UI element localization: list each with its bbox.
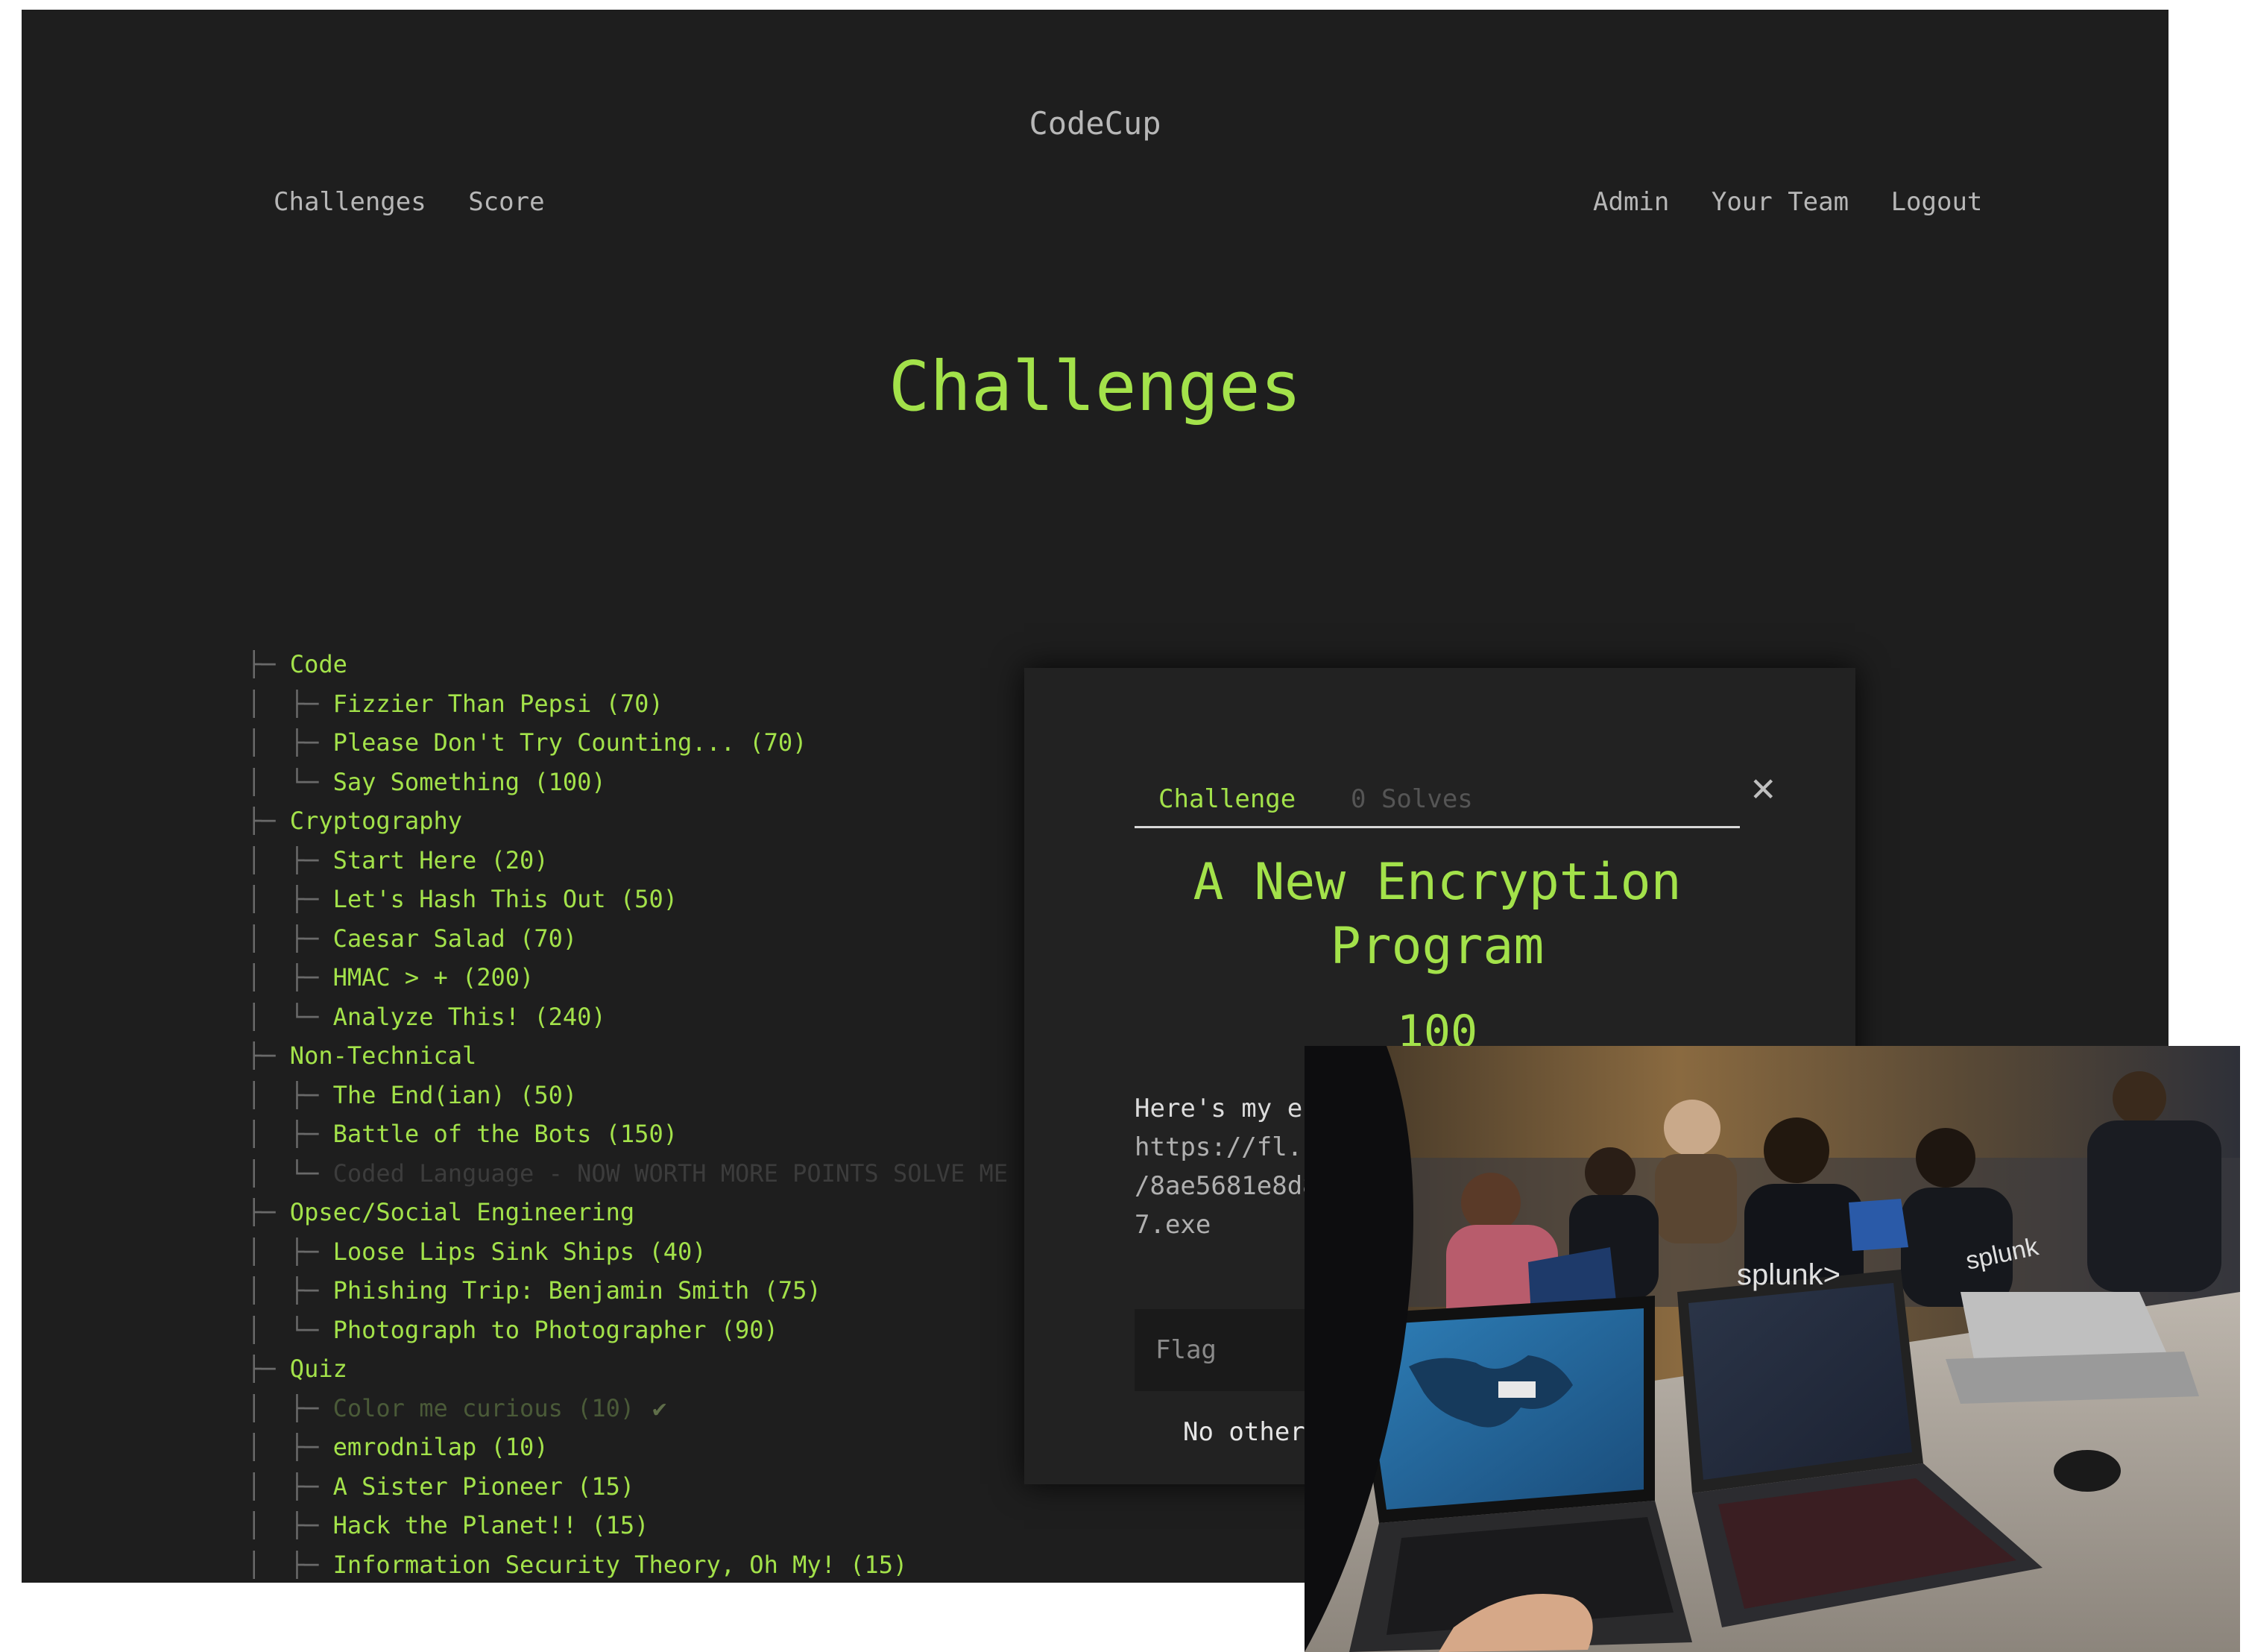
classroom-photo-image: splunk> splunk bbox=[1305, 1046, 2240, 1652]
challenge-row[interactable]: │ ├─ The End(ian) (50) bbox=[247, 1076, 577, 1115]
challenge-row[interactable]: │ ├─ Please Don't Try Counting... (70) bbox=[247, 723, 807, 762]
challenge-label: Battle of the Bots (150) bbox=[332, 1120, 678, 1148]
modal-tabs: Challenge 0 Solves bbox=[1135, 772, 1740, 828]
challenge-name-line2: Program bbox=[1330, 917, 1545, 976]
challenge-label: Please Don't Try Counting... (70) bbox=[332, 728, 807, 757]
challenge-row[interactable]: │ └─ Coded Language - NOW WORTH MORE POI… bbox=[247, 1154, 1008, 1193]
tree-guide: │ ├─ bbox=[247, 1080, 333, 1109]
category-label: Code bbox=[289, 650, 347, 678]
close-icon[interactable]: ✕ bbox=[1751, 763, 1776, 810]
no-other-text: No other bbox=[1183, 1417, 1305, 1447]
tree-guide: │ ├─ bbox=[247, 885, 333, 913]
page-title: Challenges bbox=[889, 347, 1302, 426]
challenge-label: The End(ian) (50) bbox=[332, 1080, 578, 1109]
challenge-row[interactable]: │ ├─ Let's Hash This Out (50) bbox=[247, 880, 678, 918]
nav-your-team-link[interactable]: Your Team bbox=[1712, 187, 1849, 217]
challenge-name: A New Encryption Program bbox=[1135, 851, 1740, 979]
challenge-label: Caesar Salad (70) bbox=[332, 924, 578, 953]
classroom-photo: splunk> splunk bbox=[1305, 1046, 2240, 1652]
challenge-row[interactable]: │ ├─ Color me curious (10) ✔ bbox=[247, 1389, 666, 1428]
nav-logout-link[interactable]: Logout bbox=[1891, 187, 1983, 217]
tab-challenge[interactable]: Challenge bbox=[1158, 772, 1296, 826]
challenge-row[interactable]: │ ├─ A Sister Pioneer (15) bbox=[247, 1467, 634, 1506]
tree-guide: │ └─ bbox=[247, 767, 333, 796]
tree-guide: │ ├─ bbox=[247, 924, 333, 953]
nav-right: Admin Your Team Logout bbox=[1593, 187, 2009, 217]
challenge-row[interactable]: │ └─ Analyze This! (240) bbox=[247, 997, 606, 1036]
tree-guide: │ ├─ bbox=[247, 1393, 333, 1422]
category-row[interactable]: ├─ Code bbox=[247, 645, 347, 684]
challenge-label: Let's Hash This Out (50) bbox=[332, 885, 678, 913]
challenge-label: Information Security Theory, Oh My! (15) bbox=[332, 1550, 908, 1579]
tree-guide: ├─ bbox=[247, 1355, 290, 1383]
tree-guide: │ └─ bbox=[247, 1002, 333, 1031]
challenge-label: Fizzier Than Pepsi (70) bbox=[332, 689, 663, 718]
tree-guide: │ ├─ bbox=[247, 963, 333, 991]
challenge-row[interactable]: │ ├─ Fizzier Than Pepsi (70) bbox=[247, 684, 663, 723]
challenge-row[interactable]: │ ├─ Hack the Planet!! (15) bbox=[247, 1506, 649, 1545]
challenge-label: Start Here (20) bbox=[332, 845, 549, 874]
tree-guide: │ ├─ bbox=[247, 1120, 333, 1148]
challenge-label: Phishing Trip: Benjamin Smith (75) bbox=[332, 1276, 821, 1305]
challenge-label: Say Something (100) bbox=[332, 767, 606, 796]
category-label: Quiz bbox=[289, 1355, 347, 1383]
tree-guide: ├─ bbox=[247, 1198, 290, 1226]
challenge-row[interactable]: │ ├─ HMAC > + (200) bbox=[247, 958, 534, 997]
challenge-label: A Sister Pioneer (15) bbox=[332, 1472, 635, 1501]
shirt-text-1: splunk> bbox=[1737, 1258, 1840, 1291]
nav-challenges-link[interactable]: Challenges bbox=[274, 187, 426, 217]
challenge-row[interactable]: │ └─ Photograph to Photographer (90) bbox=[247, 1311, 778, 1349]
tree-guide: │ ├─ bbox=[247, 1472, 333, 1501]
challenge-name-line1: A New Encryption bbox=[1193, 853, 1682, 912]
challenge-label: HMAC > + (200) bbox=[332, 963, 534, 991]
challenge-label: Color me curious (10) bbox=[332, 1393, 635, 1422]
tree-guide: ├─ bbox=[247, 650, 290, 678]
tree-guide: │ ├─ bbox=[247, 728, 333, 757]
challenge-row[interactable]: │ └─ Say Something (100) bbox=[247, 763, 606, 801]
nav-score-link[interactable]: Score bbox=[468, 187, 544, 217]
challenge-label: Hack the Planet!! (15) bbox=[332, 1511, 649, 1539]
tree-guide: │ └─ bbox=[247, 1315, 333, 1344]
challenge-row[interactable]: │ ├─ Caesar Salad (70) bbox=[247, 919, 577, 958]
category-row[interactable]: ├─ Non-Technical bbox=[247, 1036, 476, 1075]
tab-solves[interactable]: 0 Solves bbox=[1351, 772, 1473, 826]
tree-guide: │ ├─ bbox=[247, 1550, 333, 1579]
checkmark-icon: ✔ bbox=[652, 1393, 667, 1422]
tree-guide: │ ├─ bbox=[247, 1237, 333, 1266]
nav-admin-link[interactable]: Admin bbox=[1593, 187, 1669, 217]
challenge-label: Coded Language - NOW WORTH MORE POINTS S… bbox=[332, 1158, 1009, 1188]
challenge-row[interactable]: │ ├─ Battle of the Bots (150) bbox=[247, 1115, 678, 1153]
brand-title[interactable]: CodeCup bbox=[22, 105, 2168, 142]
challenge-row[interactable]: │ ├─ Phishing Trip: Benjamin Smith (75) bbox=[247, 1271, 821, 1310]
category-row[interactable]: ├─ Opsec/Social Engineering bbox=[247, 1193, 634, 1232]
challenge-row[interactable]: │ ├─ Information Security Theory, Oh My!… bbox=[247, 1545, 907, 1583]
challenge-label: Loose Lips Sink Ships (40) bbox=[332, 1237, 707, 1266]
challenge-label: Photograph to Photographer (90) bbox=[332, 1315, 778, 1344]
category-label: Non-Technical bbox=[289, 1041, 477, 1070]
challenge-row[interactable]: │ ├─ emrodnilap (10) bbox=[247, 1428, 549, 1466]
nav-left: Challenges Score bbox=[274, 187, 572, 217]
category-row[interactable]: ├─ Quiz bbox=[247, 1349, 347, 1388]
tree-guide: │ ├─ bbox=[247, 689, 333, 718]
tree-guide: ├─ bbox=[247, 1041, 290, 1070]
category-label: Cryptography bbox=[289, 807, 462, 835]
tree-guide: │ ├─ bbox=[247, 845, 333, 874]
tree-guide: │ ├─ bbox=[247, 1433, 333, 1461]
category-label: Opsec/Social Engineering bbox=[289, 1198, 635, 1226]
tree-guide: │ ├─ bbox=[247, 1276, 333, 1305]
challenge-label: Analyze This! (240) bbox=[332, 1002, 606, 1031]
tree-guide: ├─ bbox=[247, 807, 290, 835]
tree-guide: │ ├─ bbox=[247, 1511, 333, 1539]
tree-guide: │ └─ bbox=[247, 1158, 333, 1188]
challenge-label: emrodnilap (10) bbox=[332, 1433, 549, 1461]
challenge-row[interactable]: │ ├─ Start Here (20) bbox=[247, 841, 549, 880]
category-row[interactable]: ├─ Cryptography bbox=[247, 801, 462, 840]
challenge-row[interactable]: │ ├─ Loose Lips Sink Ships (40) bbox=[247, 1232, 707, 1271]
